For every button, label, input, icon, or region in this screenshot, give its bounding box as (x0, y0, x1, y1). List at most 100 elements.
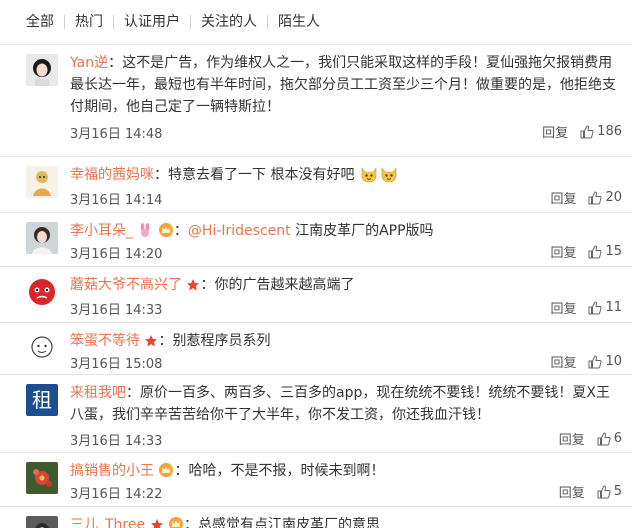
comment-timestamp: 3月16日 14:48 (70, 127, 163, 142)
username-link[interactable]: 搞销售的小王 (70, 463, 154, 479)
like-button[interactable]: 20 (588, 190, 622, 205)
tab-hot[interactable]: 热门 (64, 15, 113, 29)
thumbs-up-icon (580, 124, 594, 138)
like-button[interactable]: 186 (580, 124, 622, 139)
comment-filter-bar: 全部 热门 认证用户 关注的人 陌生人 (0, 0, 632, 44)
star-badge-icon (144, 333, 158, 355)
bunny-badge-icon (137, 222, 153, 245)
comment-text: ：特意去看了一下 根本没有好吧 (154, 167, 355, 183)
tab-verified-users[interactable]: 认证用户 (113, 15, 190, 29)
reply-button[interactable]: 回复 (559, 429, 585, 448)
avatar-logo-text: 租 (32, 388, 52, 412)
comment-timestamp: 3月16日 14:20 (70, 247, 163, 262)
tab-all[interactable]: 全部 (26, 15, 64, 29)
comment-actions: 回复 11 (550, 298, 622, 317)
reply-button[interactable]: 回复 (559, 482, 585, 501)
like-count: 11 (605, 300, 622, 315)
comment-content: 李小耳朵_ ：@Hi-Iridescent 江南皮革厂的APP版吗 (70, 220, 622, 245)
reply-button[interactable]: 回复 (550, 242, 576, 261)
like-count: 20 (605, 190, 622, 205)
thumbs-up-icon (597, 431, 611, 445)
woman-portrait-icon[interactable] (26, 54, 58, 86)
comment-text: ：这不是广告，作为维权人之一，我们只能采取这样的手段！夏仙强拖欠报销费用最长达一… (70, 55, 616, 115)
comment-text: ：总感觉有点江南皮革厂的意思 (184, 517, 381, 528)
comment-actions: 回复 186 (542, 122, 622, 141)
crown-badge-icon (158, 462, 174, 485)
cat-face-emoji (359, 164, 379, 191)
cat-face-emoji (379, 164, 399, 191)
comment-content: Yan逆：这不是广告，作为维权人之一，我们只能采取这样的手段！夏仙强拖欠报销费用… (70, 52, 622, 118)
comment-actions: 回复 6 (559, 429, 622, 448)
crown-badge-icon (158, 222, 174, 245)
comment-text: ：原价一百多、两百多、三百多的app，现在统统不要钱！统统不要钱！夏X王八蛋，我… (70, 385, 610, 423)
comment-text: 江南皮革厂的APP版吗 (290, 223, 434, 239)
comment-timestamp: 3月16日 14:33 (70, 434, 163, 449)
tab-strangers[interactable]: 陌生人 (267, 15, 330, 29)
comment-item: 搞销售的小王 ：哈哈，不是不报，时候未到啊！ 3月16日 14:22 回复 5 (0, 452, 632, 506)
like-count: 186 (597, 124, 622, 139)
like-button[interactable]: 11 (588, 300, 622, 315)
tab-following[interactable]: 关注的人 (190, 15, 267, 29)
username-link[interactable]: 来租我吧 (70, 385, 126, 401)
cartoon-girl-icon[interactable] (26, 166, 58, 198)
username-link[interactable]: 三儿_Three (70, 517, 145, 528)
comment-actions: 回复 10 (550, 352, 622, 371)
comment-timestamp: 3月16日 14:33 (70, 303, 163, 318)
flower-photo-icon[interactable] (26, 462, 58, 494)
crown-badge-icon (168, 516, 184, 528)
comment-text: ：你的广告越来越高端了 (200, 277, 355, 293)
star-badge-icon (150, 517, 164, 528)
thumbs-up-icon (588, 354, 603, 368)
comment-content: 蘑菇大爷不高兴了 ：你的广告越来越高端了 (70, 274, 622, 299)
like-button[interactable]: 10 (588, 354, 622, 369)
thumbs-up-icon (588, 190, 603, 204)
comment-item: 蘑菇大爷不高兴了 ：你的广告越来越高端了 3月16日 14:33 回复 11 (0, 266, 632, 322)
comment-item: 李小耳朵_ ：@Hi-Iridescent 江南皮革厂的APP版吗 3月16日 … (0, 212, 632, 266)
like-count: 6 (613, 431, 622, 446)
reply-button[interactable]: 回复 (550, 298, 576, 317)
like-count: 10 (605, 354, 622, 369)
like-count: 15 (605, 244, 622, 259)
comment-timestamp: 3月16日 14:14 (70, 193, 163, 208)
comment-text: ：哈哈，不是不报，时候未到啊！ (174, 463, 385, 479)
comment-text: ： (173, 223, 188, 239)
like-button[interactable]: 6 (597, 431, 622, 446)
reply-button[interactable]: 回复 (550, 188, 576, 207)
like-count: 5 (613, 484, 622, 499)
comment-content: 三儿_Three ：总感觉有点江南皮革厂的意思 (70, 514, 622, 528)
comment-actions: 回复 20 (550, 188, 622, 207)
dark-photo-icon[interactable] (26, 516, 58, 528)
comment-timestamp: 3月16日 15:08 (70, 357, 163, 372)
thumbs-up-icon (597, 484, 611, 498)
comment-content: 来租我吧：原价一百多、两百多、三百多的app，现在统统不要钱！统统不要钱！夏X王… (70, 382, 622, 426)
username-link[interactable]: 李小耳朵_ (70, 223, 133, 239)
red-cartoon-icon[interactable] (26, 276, 58, 308)
comment-actions: 回复 15 (550, 242, 622, 261)
username-link[interactable]: 幸福的茜妈咪 (70, 167, 154, 183)
comment-item: 笨蛋不等待 ：别惹程序员系列 3月16日 15:08 回复 10 (0, 322, 632, 374)
comment-content: 幸福的茜妈咪：特意去看了一下 根本没有好吧 (70, 164, 622, 191)
thumbs-up-icon (588, 244, 603, 258)
comment-item: 租 来租我吧：原价一百多、两百多、三百多的app，现在统统不要钱！统统不要钱！夏… (0, 374, 632, 452)
comment-item: Yan逆：这不是广告，作为维权人之一，我们只能采取这样的手段！夏仙强拖欠报销费用… (0, 44, 632, 156)
comment-timestamp: 3月16日 14:22 (70, 487, 163, 502)
comment-text: ：别惹程序员系列 (158, 333, 271, 349)
zu-character-logo-icon[interactable]: 租 (26, 384, 58, 416)
star-badge-icon (186, 277, 200, 299)
comment-actions: 回复 5 (559, 482, 622, 501)
sketch-face-icon[interactable] (26, 332, 58, 364)
like-button[interactable]: 15 (588, 244, 622, 259)
username-link[interactable]: 蘑菇大爷不高兴了 (70, 277, 182, 293)
mention-link[interactable]: @Hi-Iridescent (188, 223, 291, 239)
username-link[interactable]: Yan逆 (70, 55, 108, 71)
username-link[interactable]: 笨蛋不等待 (70, 333, 140, 349)
comment-content: 笨蛋不等待 ：别惹程序员系列 (70, 330, 622, 355)
thumbs-up-icon (588, 300, 603, 314)
reply-button[interactable]: 回复 (550, 352, 576, 371)
girl-photo-icon[interactable] (26, 222, 58, 254)
reply-button[interactable]: 回复 (542, 122, 568, 141)
comment-item: 三儿_Three ：总感觉有点江南皮革厂的意思 (0, 506, 632, 528)
like-button[interactable]: 5 (597, 484, 622, 499)
comment-item: 幸福的茜妈咪：特意去看了一下 根本没有好吧 3月16日 14:14 回复 20 (0, 156, 632, 212)
comment-content: 搞销售的小王 ：哈哈，不是不报，时候未到啊！ (70, 460, 622, 485)
